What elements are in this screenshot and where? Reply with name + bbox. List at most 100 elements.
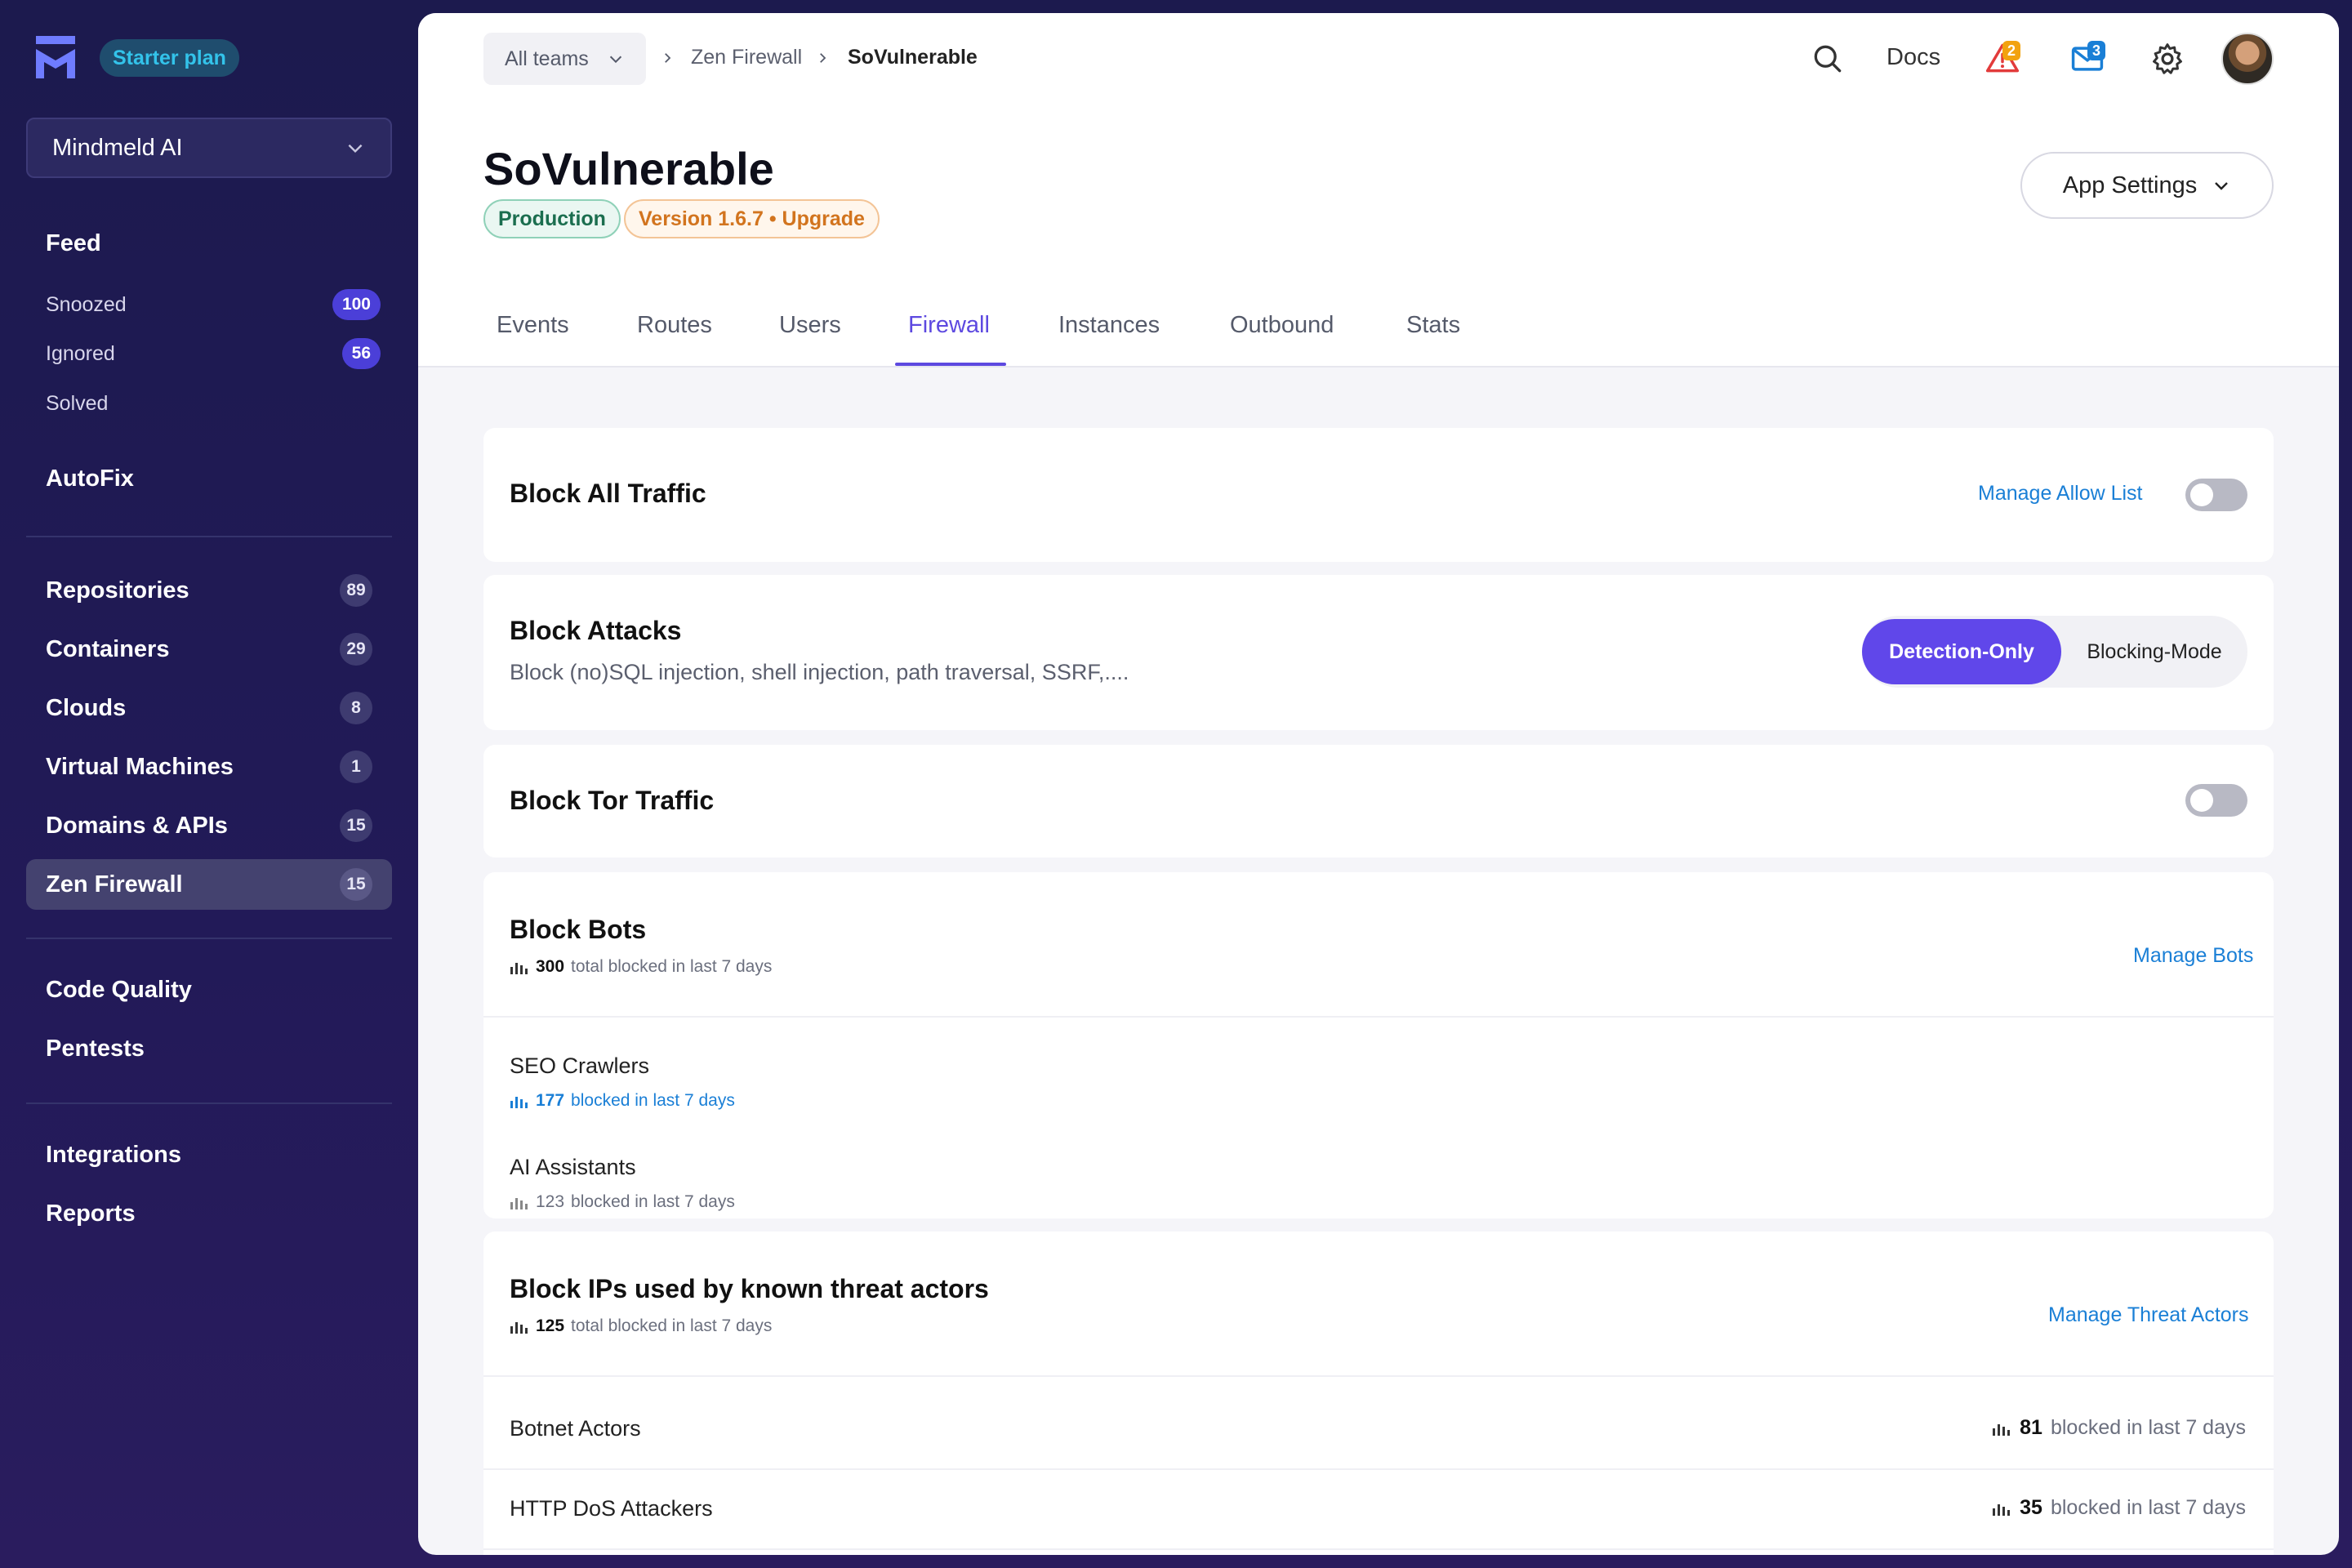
app-settings-label: App Settings (2062, 172, 2198, 198)
row-divider (483, 1375, 2274, 1377)
nav-repositories[interactable]: Repositories 89 (26, 565, 392, 616)
botnet-actors-suffix: blocked in last 7 days (2050, 1416, 2246, 1439)
nav-clouds[interactable]: Clouds 8 (26, 683, 392, 733)
nav-containers[interactable]: Containers 29 (26, 624, 392, 675)
search-icon[interactable] (1810, 41, 1846, 77)
block-attacks-description: Block (no)SQL injection, shell injection… (510, 660, 1129, 684)
nav-reports[interactable]: Reports (46, 1200, 136, 1227)
containers-count: 29 (340, 633, 372, 666)
blocking-mode-option[interactable]: Blocking-Mode (2061, 619, 2247, 684)
nav-integrations[interactable]: Integrations (46, 1142, 181, 1169)
block-all-traffic-card: Block All Traffic Manage Allow List (483, 428, 2274, 562)
tab-firewall[interactable]: Firewall (908, 312, 990, 339)
nav-solved-label: Solved (46, 392, 109, 415)
nav-snoozed[interactable]: Snoozed 100 (46, 289, 381, 320)
breadcrumb-current: SoVulnerable (848, 46, 978, 69)
zen-firewall-count: 15 (340, 868, 372, 901)
bots-total-stat: 300 total blocked in last 7 days (510, 957, 772, 977)
row-divider (483, 1468, 2274, 1470)
row-divider (483, 1548, 2274, 1550)
tab-instances[interactable]: Instances (1058, 312, 1160, 339)
ai-assistants-stat: 123 blocked in last 7 days (510, 1192, 735, 1212)
block-all-traffic-title: Block All Traffic (510, 479, 706, 508)
app-settings-button[interactable]: App Settings (2020, 152, 2274, 219)
bots-total-count: 300 (536, 957, 565, 976)
seo-crawlers-label[interactable]: SEO Crawlers (510, 1054, 649, 1079)
chevron-down-icon (609, 56, 621, 64)
snoozed-count: 100 (332, 289, 381, 320)
bar-chart-icon (1993, 1503, 2011, 1516)
block-bots-title: Block Bots (510, 915, 647, 944)
tab-outbound[interactable]: Outbound (1230, 312, 1334, 339)
tab-users[interactable]: Users (779, 312, 841, 339)
breadcrumb-zen-firewall[interactable]: Zen Firewall (691, 46, 802, 69)
sidebar-divider (26, 938, 392, 939)
chevron-down-icon (348, 144, 363, 154)
nav-containers-label: Containers (46, 635, 170, 662)
threats-total-count: 125 (536, 1316, 565, 1335)
http-dos-attackers-suffix: blocked in last 7 days (2050, 1496, 2246, 1519)
seo-crawlers-suffix: blocked in last 7 days (571, 1091, 735, 1110)
sidebar-divider (26, 536, 392, 537)
sidebar: Starter plan Mindmeld AI Feed Snoozed 10… (0, 0, 418, 1568)
nav-repositories-label: Repositories (46, 577, 189, 604)
threats-total-suffix: total blocked in last 7 days (571, 1316, 773, 1335)
page-header: All teams Zen Firewall SoVulnerable Docs… (418, 13, 2339, 368)
nav-pentests[interactable]: Pentests (46, 1036, 145, 1062)
block-all-traffic-toggle[interactable] (2185, 479, 2247, 511)
gear-icon[interactable] (2149, 41, 2185, 77)
seo-crawlers-stat[interactable]: 177 blocked in last 7 days (510, 1091, 735, 1111)
nav-domains-apis[interactable]: Domains & APIs 15 (26, 800, 392, 851)
domains-apis-count: 15 (340, 809, 372, 842)
team-select[interactable]: Mindmeld AI (26, 118, 392, 178)
http-dos-attackers-stat: 35 blocked in last 7 days (1992, 1496, 2246, 1520)
main-panel: All teams Zen Firewall SoVulnerable Docs… (418, 13, 2339, 1555)
user-avatar[interactable] (2221, 33, 2274, 85)
nav-snoozed-label: Snoozed (46, 292, 127, 316)
nav-code-quality[interactable]: Code Quality (46, 977, 192, 1004)
team-select-label: Mindmeld AI (52, 134, 183, 161)
block-tor-title: Block Tor Traffic (510, 786, 715, 815)
block-tor-toggle[interactable] (2185, 784, 2247, 817)
chevron-right-icon (665, 53, 671, 63)
tab-stats[interactable]: Stats (1406, 312, 1460, 339)
seo-crawlers-count: 177 (536, 1091, 565, 1110)
nav-ignored-label: Ignored (46, 341, 115, 365)
page-title: SoVulnerable (483, 143, 774, 194)
bar-chart-icon (510, 1198, 528, 1209)
repositories-count: 89 (340, 574, 372, 607)
botnet-actors-label[interactable]: Botnet Actors (510, 1416, 641, 1441)
manage-allow-list-link[interactable]: Manage Allow List (1978, 482, 2143, 506)
nav-domains-apis-label: Domains & APIs (46, 812, 228, 839)
block-threat-actors-card: Block IPs used by known threat actors 12… (483, 1232, 2274, 1555)
detection-only-option[interactable]: Detection-Only (1862, 619, 2061, 684)
nav-solved[interactable]: Solved (46, 392, 381, 416)
threats-total-stat: 125 total blocked in last 7 days (510, 1316, 772, 1336)
manage-bots-link[interactable]: Manage Bots (2133, 944, 2253, 968)
nav-ignored[interactable]: Ignored 56 (46, 338, 381, 369)
team-filter[interactable]: All teams (483, 33, 646, 85)
http-dos-attackers-label[interactable]: HTTP DoS Attackers (510, 1496, 713, 1521)
block-attacks-card: Block Attacks Block (no)SQL injection, s… (483, 575, 2274, 730)
nav-autofix[interactable]: AutoFix (46, 466, 134, 492)
inbox-count-badge: 3 (2087, 41, 2105, 60)
botnet-actors-count: 81 (2020, 1416, 2042, 1439)
ai-assistants-suffix: blocked in last 7 days (571, 1192, 735, 1211)
manage-threat-actors-link[interactable]: Manage Threat Actors (2048, 1303, 2249, 1327)
nav-virtual-machines[interactable]: Virtual Machines 1 (26, 742, 392, 792)
version-upgrade-badge[interactable]: Version 1.6.7 • Upgrade (624, 199, 880, 238)
nav-feed[interactable]: Feed (46, 230, 101, 257)
attack-mode-switch: Detection-Only Blocking-Mode (1862, 616, 2247, 688)
aikido-logo-icon[interactable] (36, 36, 75, 78)
nav-zen-firewall[interactable]: Zen Firewall 15 (26, 859, 392, 910)
tab-routes[interactable]: Routes (637, 312, 712, 339)
tab-events[interactable]: Events (497, 312, 569, 339)
bar-chart-icon (510, 963, 528, 974)
nav-zen-firewall-label: Zen Firewall (46, 871, 183, 898)
clouds-count: 8 (340, 692, 372, 724)
docs-link[interactable]: Docs (1886, 44, 1940, 71)
plan-badge[interactable]: Starter plan (100, 39, 239, 77)
alerts-count-badge: 2 (2002, 41, 2020, 60)
ai-assistants-label[interactable]: AI Assistants (510, 1155, 636, 1180)
block-tor-card: Block Tor Traffic (483, 745, 2274, 858)
